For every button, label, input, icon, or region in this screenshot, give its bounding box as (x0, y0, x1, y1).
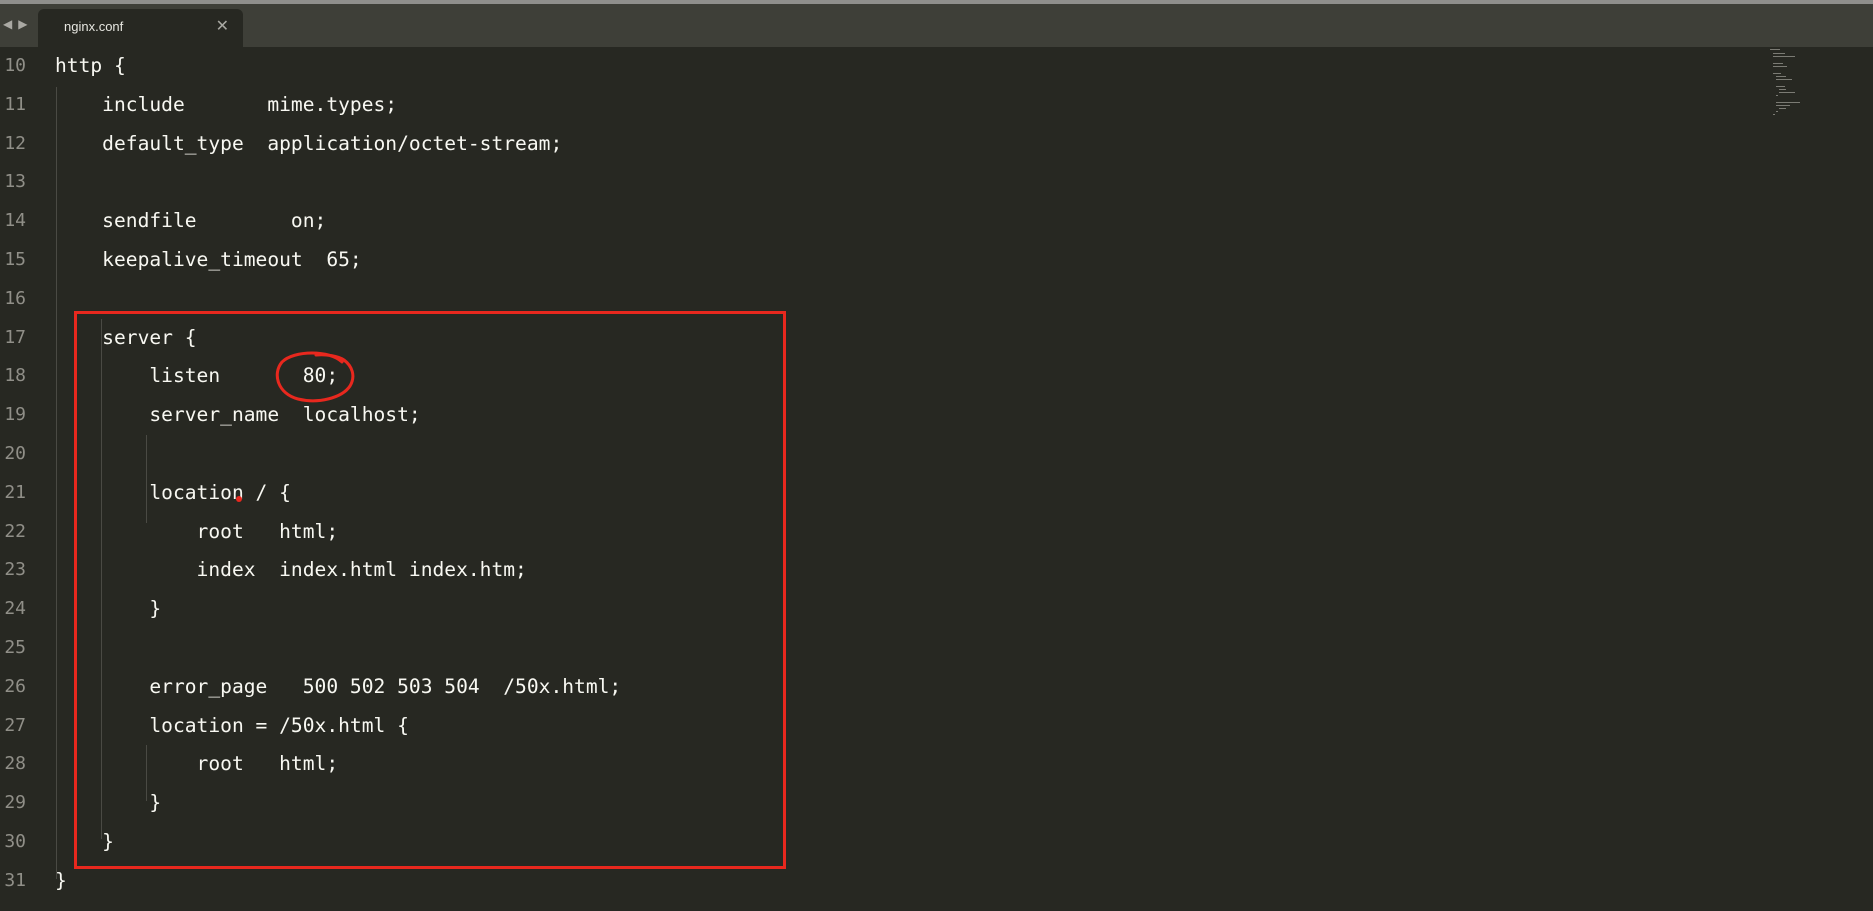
line-number: 31 (4, 869, 26, 891)
line-text: sendfile on; (55, 209, 327, 233)
line-text: default_type application/octet-stream; (55, 131, 563, 155)
minimap-line (1779, 89, 1786, 90)
tab-label: nginx.conf (64, 19, 124, 34)
line-number: 27 (4, 714, 26, 736)
code-line[interactable]: 23 index index.html index.htm; (0, 551, 1760, 590)
code-line[interactable]: 14 sendfile on; (0, 202, 1760, 241)
line-number: 12 (4, 132, 26, 154)
line-number: 25 (4, 637, 26, 658)
code-line[interactable]: 26 error_page 500 502 503 504 /50x.html; (0, 668, 1760, 707)
minimap-line (1776, 95, 1778, 96)
line-number: 19 (4, 404, 26, 426)
minimap[interactable] (1770, 47, 1830, 137)
minimap-line (1776, 76, 1786, 77)
line-number: 21 (4, 481, 26, 503)
line-text: root html; (55, 752, 339, 776)
code-line[interactable]: 25 (0, 629, 1760, 668)
line-number: 30 (4, 831, 26, 852)
code-line[interactable]: 24 } (0, 590, 1760, 629)
line-text: keepalive_timeout 65; (55, 248, 362, 271)
line-number: 14 (4, 210, 26, 232)
line-text: } (55, 830, 114, 853)
line-text: index index.html index.htm; (55, 558, 527, 582)
code-line[interactable]: 10 http { (0, 47, 1760, 86)
line-text: http { (55, 54, 126, 77)
line-number: 28 (4, 753, 26, 775)
minimap-line (1773, 63, 1783, 64)
line-text: location / { (55, 480, 291, 504)
line-text: include mime.types; (55, 92, 398, 116)
line-number: 18 (4, 365, 26, 387)
line-text: server_name localhost; (55, 403, 421, 427)
code-line[interactable]: 11 include mime.types; (0, 86, 1760, 125)
tab-nav: ◀ ▶ (0, 14, 30, 34)
line-text: } (55, 597, 162, 621)
code-line[interactable]: 15 keepalive_timeout 65; (0, 241, 1760, 280)
minimap-line (1773, 53, 1785, 54)
line-number: 24 (4, 598, 26, 620)
tab-prev-arrow-icon[interactable]: ◀ (0, 14, 15, 34)
line-text: error_page 500 502 503 504 /50x.html; (55, 674, 622, 698)
code-line[interactable]: 27 location = /50x.html { (0, 707, 1760, 746)
minimap-line (1776, 79, 1792, 80)
line-number: 16 (4, 287, 26, 309)
code-line[interactable]: 19 server_name localhost; (0, 396, 1760, 435)
minimap-line (1776, 111, 1778, 112)
line-number: 11 (4, 93, 26, 115)
code-line[interactable]: 21 location / { (0, 474, 1760, 513)
code-line[interactable]: 13 (0, 163, 1760, 202)
minimap-line (1770, 49, 1780, 50)
close-icon[interactable]: ✕ (216, 16, 229, 35)
code-line[interactable]: 30 } (0, 823, 1760, 862)
code-line[interactable]: 12 default_type application/octet-stream… (0, 125, 1760, 164)
minimap-line (1773, 66, 1787, 67)
line-number: 17 (4, 326, 26, 348)
code-line[interactable]: 16 (0, 280, 1760, 319)
line-number: 22 (4, 520, 26, 542)
line-text: } (55, 868, 67, 892)
minimap-line (1776, 86, 1785, 87)
minimap-line (1779, 92, 1795, 93)
code-line[interactable]: 18 listen 80; (0, 357, 1760, 396)
line-number: 26 (4, 675, 26, 697)
line-number: 10 (4, 55, 26, 76)
minimap-line (1776, 102, 1800, 103)
line-text: } (55, 791, 162, 815)
line-text: server { (55, 325, 197, 349)
line-number: 20 (4, 443, 26, 464)
minimap-line (1773, 56, 1795, 57)
code-line[interactable]: 22 root html; (0, 513, 1760, 552)
line-text: listen 80; (55, 364, 339, 388)
line-text: location = /50x.html { (55, 713, 409, 737)
code-line[interactable]: 29 } (0, 784, 1760, 823)
line-number: 13 (4, 171, 26, 193)
line-number: 23 (4, 559, 26, 581)
code-line[interactable]: 17 server { (0, 319, 1760, 358)
code-editor[interactable]: 10 http { 11 include mime.types; 12 defau… (0, 47, 1873, 911)
tab-nginx-conf[interactable]: nginx.conf ✕ (38, 9, 243, 47)
line-text: root html; (55, 519, 339, 543)
minimap-line (1773, 114, 1775, 115)
code-line[interactable]: 28 root html; (0, 745, 1760, 784)
tab-bar: ◀ ▶ nginx.conf ✕ (0, 0, 1873, 47)
code-line[interactable]: 31} (0, 862, 1760, 901)
minimap-line (1776, 105, 1790, 106)
line-number: 15 (4, 249, 26, 270)
code-line[interactable]: 20 (0, 435, 1760, 474)
minimap-line (1779, 108, 1786, 109)
line-number: 29 (4, 792, 26, 814)
minimap-line (1773, 73, 1781, 74)
tab-next-arrow-icon[interactable]: ▶ (15, 14, 30, 34)
